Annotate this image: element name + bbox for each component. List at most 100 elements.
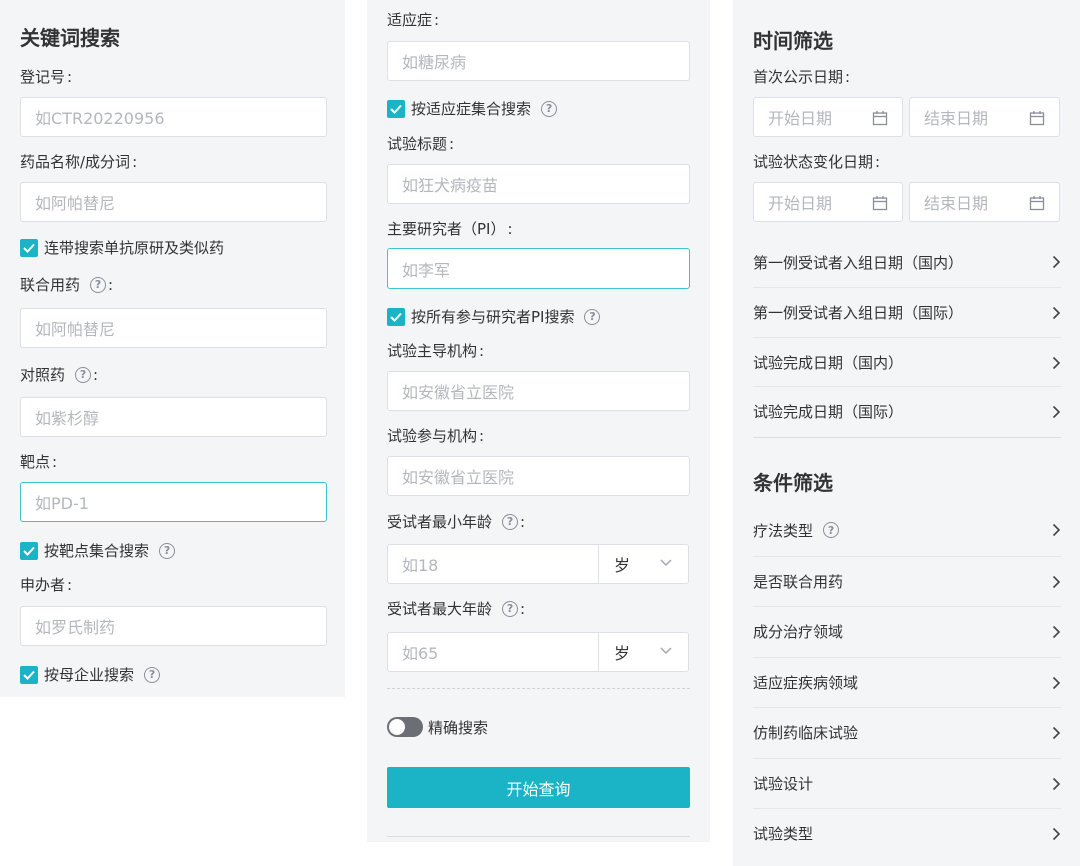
condition-filter-row[interactable]: 疗法类型?: [753, 505, 1061, 555]
condition-filter-row[interactable]: 仿制药临床试验: [753, 707, 1061, 757]
pi-label: 主要研究者（PI）:: [387, 219, 513, 239]
calendar-icon: [1029, 111, 1045, 126]
time-filter-row[interactable]: 试验完成日期（国际）: [753, 386, 1061, 436]
control-drug-label: 对照药?:: [20, 365, 99, 385]
min-age-input[interactable]: 如18: [402, 545, 438, 583]
min-age-unit-select[interactable]: 岁: [614, 545, 630, 583]
trial-title-label: 试验标题:: [387, 134, 455, 154]
filter-panel: 时间筛选 首次公示日期: 开始日期 结束日期 试验状态变化日期: 开始日期 结束…: [733, 0, 1080, 866]
chevron-right-icon: [1052, 255, 1061, 269]
target-label: 靶点:: [20, 452, 58, 472]
calendar-icon: [872, 196, 888, 211]
chevron-right-icon: [1052, 777, 1061, 790]
trial-search-panel: 适应症: 如糖尿病 按适应症集合搜索 ? 试验标题: 如狂犬病疫苗 主要研究者（…: [367, 0, 710, 842]
target-input[interactable]: 如PD-1: [20, 482, 327, 522]
combo-drug-input[interactable]: 如阿帕替尼: [20, 308, 327, 348]
biosimilar-checkbox-label: 连带搜索单抗原研及类似药: [44, 239, 225, 257]
first-public-date-label: 首次公示日期:: [753, 67, 851, 87]
help-icon[interactable]: ?: [502, 513, 519, 530]
status-change-end-date[interactable]: 结束日期: [909, 182, 1060, 222]
target-set-checkbox-label: 按靶点集合搜索: [44, 542, 150, 560]
all-pi-checkbox[interactable]: 按所有参与研究者PI搜索 ?: [387, 306, 601, 327]
pi-input[interactable]: 如李军: [387, 248, 690, 289]
trial-title-input[interactable]: 如狂犬病疫苗: [387, 164, 690, 204]
condition-filter-row[interactable]: 适应症疾病领域: [753, 657, 1061, 707]
status-change-date-label: 试验状态变化日期:: [753, 152, 881, 172]
condition-filter-row[interactable]: 是否联合用药: [753, 556, 1061, 606]
help-icon[interactable]: ?: [144, 666, 161, 683]
max-age-label: 受试者最大年龄?:: [387, 599, 526, 619]
exact-search-label: 精确搜索: [428, 719, 489, 737]
indication-input[interactable]: 如糖尿病: [387, 41, 690, 81]
time-filter-row[interactable]: 第一例受试者入组日期（国际）: [753, 287, 1061, 337]
max-age-unit-select[interactable]: 岁: [614, 633, 630, 671]
help-icon[interactable]: ?: [541, 100, 558, 117]
help-icon[interactable]: ?: [90, 276, 107, 293]
divider: [387, 688, 690, 689]
lead-org-label: 试验主导机构:: [387, 341, 485, 361]
sponsor-input[interactable]: 如罗氏制药: [20, 606, 327, 646]
chevron-right-icon: [1052, 306, 1061, 319]
chevron-right-icon: [1052, 676, 1061, 689]
max-age-field[interactable]: 如65 岁: [387, 632, 689, 672]
reg-no-input[interactable]: 如CTR20220956: [20, 97, 327, 137]
participant-org-label: 试验参与机构:: [387, 426, 485, 446]
time-filter-row[interactable]: 第一例受试者入组日期（国内）: [753, 237, 1061, 287]
check-icon: [387, 307, 405, 326]
min-age-label: 受试者最小年龄?:: [387, 512, 526, 532]
lead-org-input[interactable]: 如安徽省立医院: [387, 371, 690, 411]
drug-name-input[interactable]: 如阿帕替尼: [20, 182, 327, 222]
divider: [753, 437, 1061, 438]
combo-drug-label: 联合用药?:: [20, 275, 114, 295]
target-set-checkbox[interactable]: 按靶点集合搜索 ?: [20, 540, 176, 561]
chevron-right-icon: [1052, 625, 1061, 638]
check-icon: [20, 238, 38, 257]
chevron-right-icon: [1052, 827, 1061, 840]
time-filter-title: 时间筛选: [753, 29, 833, 53]
chevron-right-icon: [1052, 575, 1061, 588]
sponsor-label: 申办者:: [20, 575, 73, 595]
first-public-start-date[interactable]: 开始日期: [753, 97, 903, 137]
search-button[interactable]: 开始查询: [387, 767, 690, 808]
divider: [387, 836, 690, 837]
condition-filter-row[interactable]: 成分治疗领域: [753, 606, 1061, 656]
help-icon[interactable]: ?: [502, 600, 519, 617]
min-age-field[interactable]: 如18 岁: [387, 544, 689, 584]
help-icon[interactable]: ?: [584, 308, 601, 325]
all-pi-checkbox-label: 按所有参与研究者PI搜索: [411, 308, 575, 326]
biosimilar-checkbox[interactable]: 连带搜索单抗原研及类似药: [20, 237, 224, 258]
chevron-down-icon[interactable]: [660, 647, 672, 655]
keyword-search-title: 关键词搜索: [20, 26, 120, 50]
status-change-start-date[interactable]: 开始日期: [753, 182, 903, 222]
keyword-search-panel: 关键词搜索 登记号: 如CTR20220956 药品名称/成分词: 如阿帕替尼 …: [0, 0, 345, 697]
participant-org-input[interactable]: 如安徽省立医院: [387, 456, 690, 496]
chevron-right-icon: [1052, 405, 1061, 418]
calendar-icon: [872, 111, 888, 126]
chevron-right-icon: [1052, 523, 1061, 537]
parent-company-checkbox[interactable]: 按母企业搜索 ?: [20, 664, 161, 685]
chevron-right-icon: [1052, 726, 1061, 739]
indication-set-checkbox-label: 按适应症集合搜索: [411, 100, 532, 118]
first-public-end-date[interactable]: 结束日期: [909, 97, 1060, 137]
help-icon[interactable]: ?: [823, 522, 840, 538]
check-icon: [387, 99, 405, 118]
check-icon: [20, 541, 38, 560]
indication-label: 适应症:: [387, 10, 440, 30]
help-icon[interactable]: ?: [159, 542, 176, 559]
drug-name-label: 药品名称/成分词:: [20, 152, 138, 172]
parent-company-checkbox-label: 按母企业搜索: [44, 666, 135, 684]
max-age-input[interactable]: 如65: [402, 633, 438, 671]
control-drug-input[interactable]: 如紫杉醇: [20, 397, 327, 437]
condition-filter-row[interactable]: 试验类型: [753, 808, 1061, 858]
exact-search-toggle[interactable]: [387, 717, 423, 737]
condition-filter-title: 条件筛选: [753, 471, 833, 495]
help-icon[interactable]: ?: [75, 366, 92, 383]
reg-no-label: 登记号:: [20, 67, 73, 87]
time-filter-row[interactable]: 试验完成日期（国内）: [753, 337, 1061, 387]
chevron-down-icon[interactable]: [660, 559, 672, 567]
check-icon: [20, 665, 38, 684]
toggle-knob: [389, 719, 405, 735]
calendar-icon: [1029, 196, 1045, 211]
condition-filter-row[interactable]: 试验设计: [753, 758, 1061, 808]
indication-set-checkbox[interactable]: 按适应症集合搜索 ?: [387, 98, 558, 119]
